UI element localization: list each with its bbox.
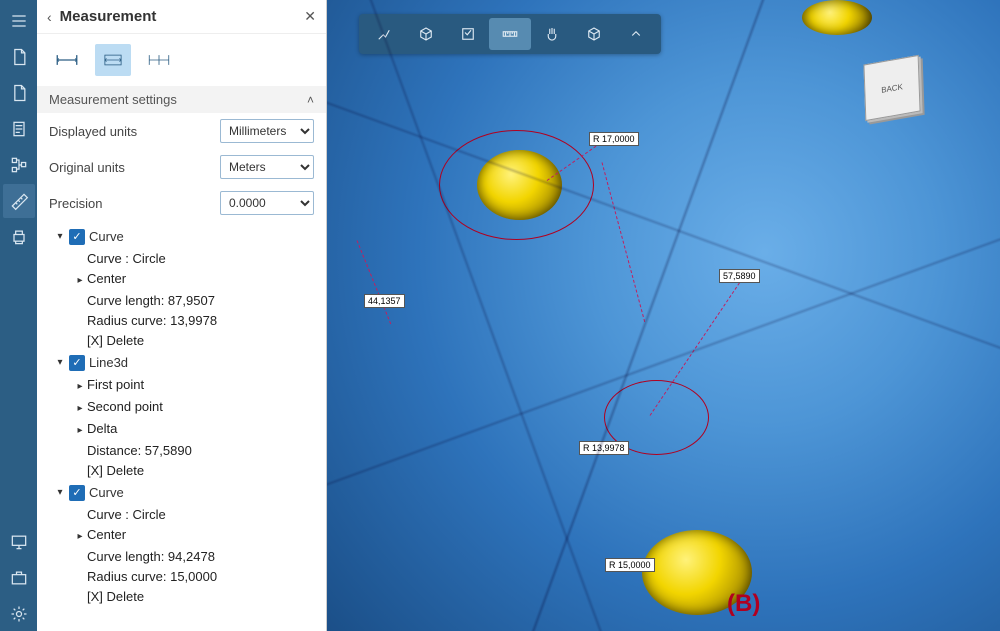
tree-leaf[interactable]: ▸Center bbox=[37, 525, 326, 547]
mode-edge[interactable] bbox=[95, 44, 131, 76]
mode-row bbox=[37, 34, 326, 86]
tree-leaf[interactable]: [X] Delete bbox=[37, 461, 326, 481]
gear-icon[interactable] bbox=[3, 597, 35, 631]
close-button[interactable]: ✕ bbox=[304, 8, 316, 25]
tree-leaf[interactable]: ▸First point bbox=[37, 375, 326, 397]
page-icon[interactable] bbox=[3, 112, 35, 146]
menu-icon[interactable] bbox=[3, 4, 35, 38]
wireframe-overlay bbox=[327, 0, 1000, 631]
app-sidebar bbox=[0, 0, 37, 631]
tree-leaf[interactable]: Curve length: 94,2478 bbox=[37, 547, 326, 567]
tree-node-label: Curve bbox=[89, 227, 124, 247]
chevron-up-icon: ˄ bbox=[307, 93, 314, 107]
tree-node-label: Curve bbox=[89, 483, 124, 503]
briefcase-icon[interactable] bbox=[3, 561, 35, 595]
original-units-select[interactable]: MillimetersCentimetersMetersInches bbox=[220, 155, 314, 179]
mode-multi-edge[interactable] bbox=[141, 44, 177, 76]
tree-leaf[interactable]: Radius curve: 15,0000 bbox=[37, 567, 326, 587]
screen-icon[interactable] bbox=[3, 525, 35, 559]
tree-leaf[interactable]: Curve : Circle bbox=[37, 505, 326, 525]
measurement-tree[interactable]: ▾✓CurveCurve : Circle▸CenterCurve length… bbox=[37, 221, 326, 631]
tree-node-label: Line3d bbox=[89, 353, 128, 373]
panel-title: Measurement bbox=[60, 8, 297, 25]
displayed-units-select[interactable]: MillimetersCentimetersMetersInches bbox=[220, 119, 314, 143]
tree-leaf[interactable]: Distance: 57,5890 bbox=[37, 441, 326, 461]
tree-leaf[interactable]: [X] Delete bbox=[37, 587, 326, 607]
tree-icon[interactable] bbox=[3, 148, 35, 182]
precision-label: Precision bbox=[49, 196, 212, 211]
tree-leaf[interactable]: Curve : Circle bbox=[37, 249, 326, 269]
tree-node[interactable]: ▾✓Line3d bbox=[37, 351, 326, 375]
tree-leaf[interactable]: ▸Delta bbox=[37, 419, 326, 441]
open-doc-icon[interactable] bbox=[3, 40, 35, 74]
tree-leaf[interactable]: ▸Center bbox=[37, 269, 326, 291]
original-units-label: Original units bbox=[49, 160, 212, 175]
displayed-units-label: Displayed units bbox=[49, 124, 212, 139]
tree-leaf[interactable]: Curve length: 87,9507 bbox=[37, 291, 326, 311]
measurement-panel: ‹ Measurement ✕ Measurement settings ˄ D… bbox=[37, 0, 327, 631]
print-icon[interactable] bbox=[3, 220, 35, 254]
tree-node[interactable]: ▾✓Curve bbox=[37, 481, 326, 505]
tree-leaf[interactable]: ▸Second point bbox=[37, 397, 326, 419]
tree-leaf[interactable]: [X] Delete bbox=[37, 331, 326, 351]
precision-select[interactable]: 00.00.000.0000.0000 bbox=[220, 191, 314, 215]
tree-leaf[interactable]: Radius curve: 13,9978 bbox=[37, 311, 326, 331]
tree-node[interactable]: ▾✓Curve bbox=[37, 225, 326, 249]
3d-viewport[interactable]: (B) R 17,0000 44,1357 57,5890 R 13,9978 … bbox=[327, 0, 1000, 631]
doc-icon[interactable] bbox=[3, 76, 35, 110]
settings-section-header[interactable]: Measurement settings ˄ bbox=[37, 86, 326, 113]
back-button[interactable]: ‹ bbox=[47, 9, 52, 25]
mode-point-point[interactable] bbox=[49, 44, 85, 76]
measure-icon[interactable] bbox=[3, 184, 35, 218]
